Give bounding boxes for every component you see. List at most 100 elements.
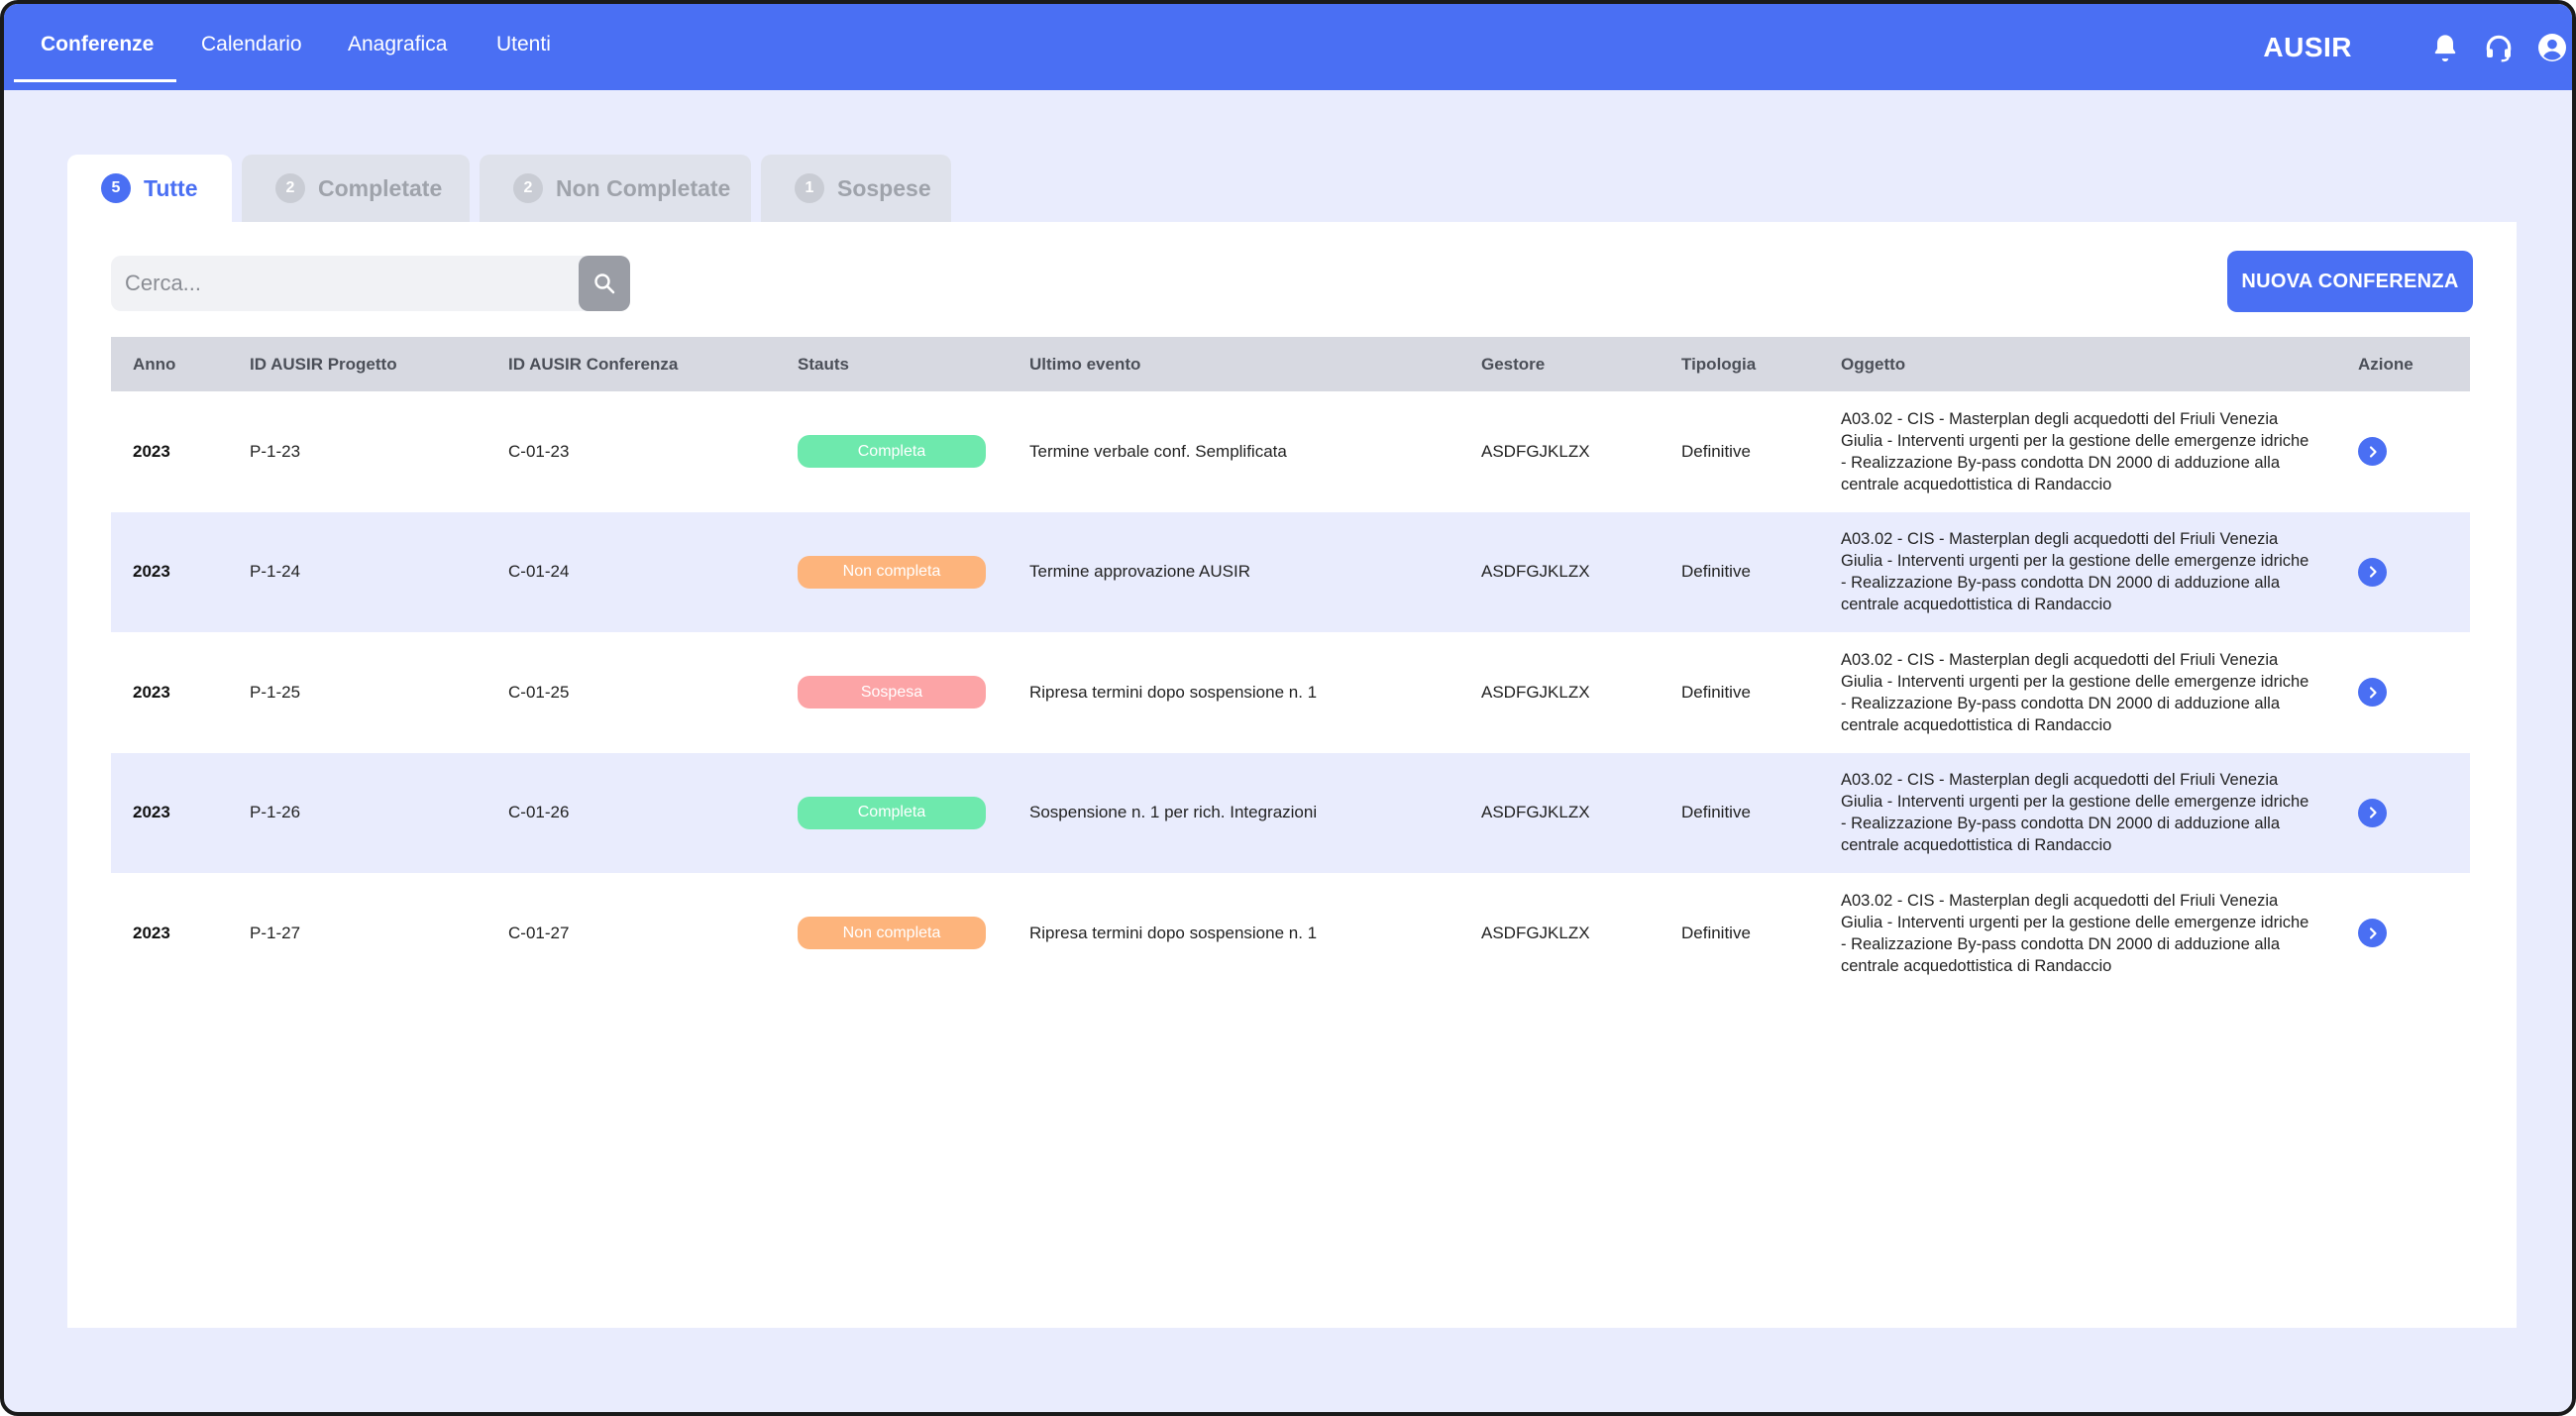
tab-sospese[interactable]: 1 Sospese [761, 155, 951, 222]
cell-status: Completa [798, 753, 986, 874]
cell-tipologia: Definitive [1681, 562, 1751, 582]
chevron-right-icon [2369, 446, 2377, 458]
cell-gestore: ASDFGJKLZX [1481, 803, 1590, 822]
cell-azione [2358, 753, 2387, 874]
nav-tab-conferenze[interactable]: Conferenze [41, 4, 154, 85]
column-header-tipologia[interactable]: Tipologia [1681, 337, 1756, 391]
cell-anno: 2023 [133, 441, 170, 461]
cell-tipologia: Definitive [1681, 441, 1751, 461]
cell-oggetto: A03.02 - CIS - Masterplan degli acquedot… [1841, 650, 2309, 734]
cell-status: Non completa [798, 873, 986, 994]
column-header-id-progetto[interactable]: ID AUSIR Progetto [250, 337, 397, 391]
nav-tab-calendario[interactable]: Calendario [201, 4, 302, 85]
tab-count-badge: 2 [275, 173, 305, 203]
nav-tab-anagrafica[interactable]: Anagrafica [348, 4, 447, 85]
search-input[interactable] [111, 256, 575, 311]
chevron-right-icon [2369, 927, 2377, 939]
table-row[interactable]: 2023 P-1-26 C-01-26 Completa Sospensione… [111, 752, 2470, 874]
cell-oggetto: A03.02 - CIS - Masterplan degli acquedot… [1841, 771, 2309, 855]
cell-id-conferenza: C-01-27 [508, 923, 570, 942]
chevron-right-icon [2369, 807, 2377, 818]
status-badge: Completa [798, 796, 986, 829]
user-circle-icon[interactable] [2536, 32, 2568, 63]
cell-id-progetto: P-1-25 [250, 682, 301, 702]
cell-azione [2358, 873, 2387, 994]
cell-gestore: ASDFGJKLZX [1481, 682, 1590, 702]
tab-label: Tutte [144, 174, 198, 201]
cell-anno: 2023 [133, 923, 170, 942]
cell-azione [2358, 512, 2387, 633]
nav-tab-utenti[interactable]: Utenti [496, 4, 551, 85]
cell-ultimo-evento: Sospensione n. 1 per rich. Integrazioni [1029, 803, 1318, 822]
table-row[interactable]: 2023 P-1-25 C-01-25 Sospesa Ripresa term… [111, 632, 2470, 753]
open-conference-button[interactable] [2358, 798, 2387, 827]
open-conference-button[interactable] [2358, 678, 2387, 708]
cell-oggetto: A03.02 - CIS - Masterplan degli acquedot… [1841, 409, 2309, 493]
cell-oggetto: A03.02 - CIS - Masterplan degli acquedot… [1841, 891, 2309, 975]
cell-id-progetto: P-1-24 [250, 562, 301, 582]
status-badge: Sospesa [798, 676, 986, 709]
chevron-right-icon [2369, 566, 2377, 578]
headset-icon[interactable] [2483, 32, 2515, 63]
cell-id-conferenza: C-01-23 [508, 441, 570, 461]
column-header-azione: Azione [2358, 355, 2414, 374]
cell-ultimo-evento: Ripresa termini dopo sospensione n. 1 [1029, 682, 1318, 702]
table-row[interactable]: 2023 P-1-27 C-01-27 Non completa Ripresa… [111, 873, 2470, 994]
search-button[interactable] [579, 256, 630, 311]
cell-oggetto: A03.02 - CIS - Masterplan degli acquedot… [1841, 530, 2309, 614]
cell-id-conferenza: C-01-24 [508, 562, 570, 582]
top-navbar: Conferenze Calendario Anagrafica Utenti … [4, 4, 2572, 90]
status-badge: Non completa [798, 917, 986, 950]
table-row[interactable]: 2023 P-1-24 C-01-24 Non completa Termine… [111, 511, 2470, 633]
cell-anno: 2023 [133, 803, 170, 822]
column-header-anno[interactable]: Anno [133, 337, 175, 391]
cell-azione [2358, 632, 2387, 753]
column-header-oggetto[interactable]: Oggetto [1841, 337, 1905, 391]
cell-gestore: ASDFGJKLZX [1481, 562, 1590, 582]
brand-logo: AUSIR [2263, 32, 2352, 62]
search-box [111, 256, 630, 311]
cell-anno: 2023 [133, 682, 170, 702]
column-header-ultimo-evento[interactable]: Ultimo evento [1029, 337, 1140, 391]
cell-ultimo-evento: Ripresa termini dopo sospensione n. 1 [1029, 923, 1318, 942]
column-header-status[interactable]: Stauts [798, 337, 849, 391]
tab-completate[interactable]: 2 Completate [242, 155, 470, 222]
open-conference-button[interactable] [2358, 919, 2387, 948]
new-conference-button[interactable]: NUOVA CONFERENZA [2227, 251, 2473, 312]
search-icon [594, 273, 615, 294]
cell-id-conferenza: C-01-26 [508, 803, 570, 822]
cell-gestore: ASDFGJKLZX [1481, 441, 1590, 461]
open-conference-button[interactable] [2358, 557, 2387, 587]
status-badge: Non completa [798, 555, 986, 589]
tab-label: Sospese [837, 174, 931, 201]
cell-status: Non completa [798, 512, 986, 633]
column-header-id-conferenza[interactable]: ID AUSIR Conferenza [508, 337, 678, 391]
nav-active-underline [14, 79, 176, 82]
cell-ultimo-evento: Termine verbale conf. Semplificata [1029, 441, 1287, 461]
cell-id-progetto: P-1-23 [250, 441, 301, 461]
cell-azione [2358, 391, 2387, 512]
cell-ultimo-evento: Termine approvazione AUSIR [1029, 562, 1251, 582]
table-row[interactable]: 2023 P-1-23 C-01-23 Completa Termine ver… [111, 391, 2470, 512]
open-conference-button[interactable] [2358, 437, 2387, 467]
tab-non-completate[interactable]: 2 Non Completate [480, 155, 751, 222]
conferences-table: Anno ID AUSIR Progetto ID AUSIR Conferen… [111, 337, 2470, 994]
tab-count-badge: 5 [101, 173, 131, 203]
cell-id-conferenza: C-01-25 [508, 682, 570, 702]
tab-label: Non Completate [556, 174, 731, 201]
tab-tutte[interactable]: 5 Tutte [67, 155, 232, 222]
cell-tipologia: Definitive [1681, 803, 1751, 822]
bell-icon[interactable] [2429, 32, 2461, 63]
cell-status: Completa [798, 391, 986, 512]
cell-gestore: ASDFGJKLZX [1481, 923, 1590, 942]
cell-id-progetto: P-1-27 [250, 923, 301, 942]
column-header-gestore[interactable]: Gestore [1481, 337, 1545, 391]
tab-count-badge: 1 [795, 173, 824, 203]
conferences-card: NUOVA CONFERENZA Anno ID AUSIR Progetto … [67, 222, 2517, 1328]
cell-tipologia: Definitive [1681, 923, 1751, 942]
cell-tipologia: Definitive [1681, 682, 1751, 702]
app-window: Conferenze Calendario Anagrafica Utenti … [0, 0, 2576, 1416]
table-header: Anno ID AUSIR Progetto ID AUSIR Conferen… [111, 337, 2470, 391]
cell-anno: 2023 [133, 562, 170, 582]
tab-label: Completate [318, 174, 443, 201]
